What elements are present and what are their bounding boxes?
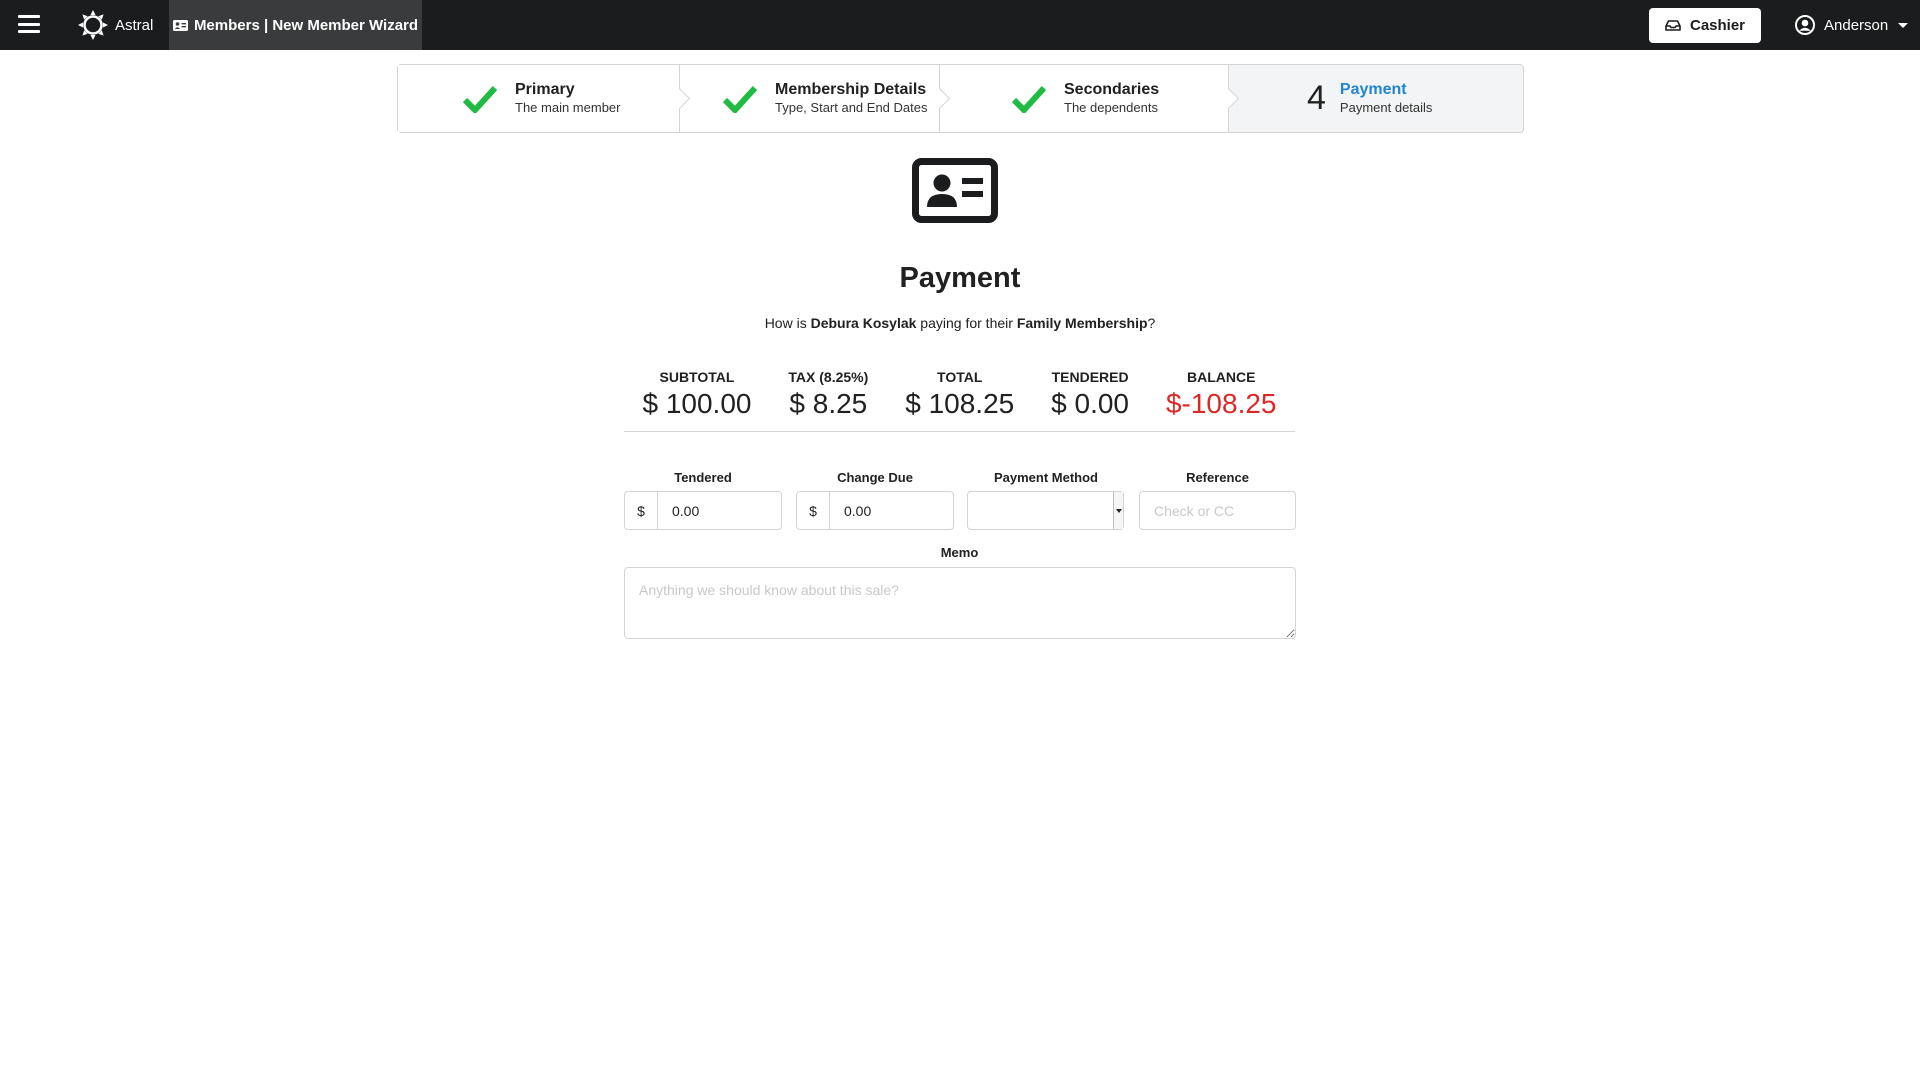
user-circle-icon bbox=[1795, 15, 1815, 35]
total-stat: TOTAL $ 108.25 bbox=[905, 368, 1014, 431]
step-secondaries[interactable]: Secondaries The dependents bbox=[940, 65, 1240, 132]
currency-prefix: $ bbox=[625, 492, 658, 529]
tendered-field: $ bbox=[624, 491, 782, 530]
step-description: The main member bbox=[515, 100, 621, 115]
cashier-label: Cashier bbox=[1689, 17, 1746, 34]
change-due-field: $ bbox=[796, 491, 954, 530]
tendered-stat: TENDERED $ 0.00 bbox=[1051, 368, 1129, 431]
reference-input[interactable] bbox=[1139, 491, 1296, 530]
balance-stat: BALANCE $-108.25 bbox=[1166, 368, 1277, 431]
step-description: Payment details bbox=[1339, 100, 1433, 115]
step-payment[interactable]: 4 Payment Payment details bbox=[1229, 65, 1523, 132]
sun-logo-icon bbox=[78, 10, 108, 40]
app-name: Astral bbox=[115, 16, 154, 34]
change-due-input[interactable] bbox=[830, 492, 953, 529]
memo-textarea[interactable] bbox=[624, 567, 1296, 639]
tendered-input[interactable] bbox=[658, 492, 781, 529]
total-label: TOTAL bbox=[937, 369, 983, 385]
step-title: Payment bbox=[1339, 81, 1407, 98]
user-menu[interactable]: Anderson bbox=[1795, 0, 1909, 50]
step-description: The dependents bbox=[1064, 100, 1158, 115]
step-primary[interactable]: Primary The main member bbox=[398, 65, 691, 132]
tendered-stat-value: $ 0.00 bbox=[1051, 388, 1130, 419]
payment-method-label: Payment Method bbox=[993, 470, 1098, 485]
tax-stat: TAX (8.25%) $ 8.25 bbox=[788, 368, 868, 431]
step-title: Primary bbox=[515, 81, 575, 98]
balance-value: $-108.25 bbox=[1165, 388, 1277, 419]
member-name: Debura Kosylak bbox=[810, 315, 917, 331]
tendered-label: Tendered bbox=[674, 470, 732, 485]
total-value: $ 108.25 bbox=[905, 388, 1015, 419]
tax-label: TAX (8.25%) bbox=[788, 369, 869, 385]
app-brand[interactable]: Astral bbox=[78, 0, 153, 50]
cashier-button[interactable]: Cashier bbox=[1649, 8, 1761, 43]
step-number: 4 bbox=[1307, 79, 1326, 117]
step-title: Secondaries bbox=[1064, 81, 1160, 98]
currency-prefix: $ bbox=[797, 492, 830, 529]
menu-icon[interactable] bbox=[18, 15, 40, 33]
memo-label: Memo bbox=[940, 545, 979, 560]
subtotal-stat: SUBTOTAL $ 100.00 bbox=[642, 368, 751, 431]
top-navigation-bar: Astral Members | New Member Wizard Cashi… bbox=[0, 0, 1920, 50]
step-title: Membership Details bbox=[775, 81, 927, 98]
tab-label: Members | New Member Wizard bbox=[193, 16, 419, 34]
tax-value: $ 8.25 bbox=[789, 388, 868, 419]
reference-label: Reference bbox=[1186, 470, 1249, 485]
id-card-small-icon bbox=[172, 19, 188, 31]
checkmark-icon bbox=[1012, 85, 1046, 113]
checkmark-icon bbox=[723, 85, 757, 113]
page-title: Payment bbox=[899, 262, 1021, 294]
user-name: Anderson bbox=[1824, 16, 1889, 34]
step-membership-details[interactable]: Membership Details Type, Start and End D… bbox=[680, 65, 951, 132]
dropdown-arrow-icon[interactable] bbox=[1113, 492, 1123, 529]
wizard-steps: Primary The main member Membership Detai… bbox=[397, 64, 1524, 133]
payment-totals: SUBTOTAL $ 100.00 TAX (8.25%) $ 8.25 TOT… bbox=[624, 368, 1295, 432]
tab-new-member-wizard[interactable]: Members | New Member Wizard bbox=[169, 0, 422, 50]
chevron-down-icon bbox=[1898, 22, 1909, 28]
balance-label: BALANCE bbox=[1187, 369, 1256, 385]
id-card-icon bbox=[912, 158, 998, 223]
tendered-stat-label: TENDERED bbox=[1051, 369, 1129, 385]
change-due-label: Change Due bbox=[837, 470, 913, 485]
inbox-icon bbox=[1665, 20, 1681, 31]
subtotal-label: SUBTOTAL bbox=[659, 369, 735, 385]
payment-question: How is Debura Kosylak paying for their F… bbox=[764, 315, 1156, 331]
membership-type: Family Membership bbox=[1016, 315, 1148, 331]
step-description: Type, Start and End Dates bbox=[775, 100, 928, 115]
subtotal-value: $ 100.00 bbox=[642, 388, 752, 419]
checkmark-icon bbox=[463, 85, 497, 113]
payment-method-select[interactable] bbox=[967, 491, 1124, 530]
